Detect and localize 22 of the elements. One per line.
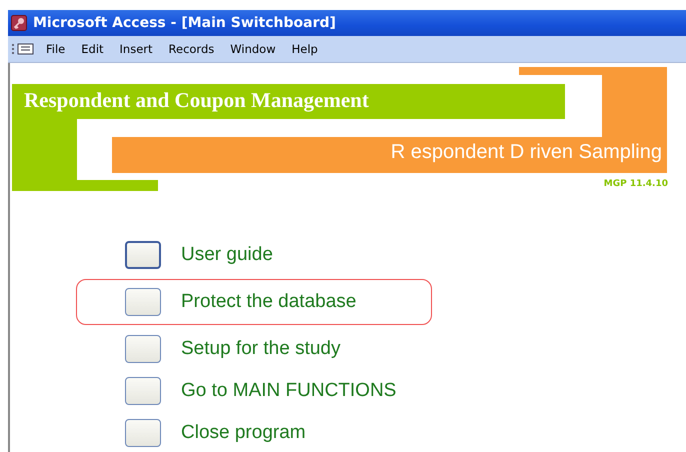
menu-item[interactable]: Help — [286, 40, 324, 58]
switchboard-button[interactable] — [125, 241, 161, 269]
window-title: Microsoft Access - [Main Switchboard] — [33, 15, 336, 31]
option-label: Setup for the study — [181, 338, 340, 360]
menu-item[interactable]: Window — [224, 40, 282, 58]
option-label: User guide — [181, 244, 273, 266]
form-icon[interactable] — [12, 43, 34, 55]
switchboard-button[interactable] — [125, 419, 161, 447]
switchboard-button[interactable] — [125, 288, 161, 316]
menu-item[interactable]: Edit — [75, 40, 110, 58]
option-label: Protect the database — [181, 291, 356, 313]
option-label: Close program — [181, 422, 306, 444]
banner-title: Respondent and Coupon Management — [24, 88, 369, 113]
menu-item[interactable]: Records — [162, 40, 220, 58]
option-label: Go to MAIN FUNCTIONS — [181, 380, 396, 402]
menu-item[interactable]: File — [40, 40, 72, 58]
key-icon — [11, 15, 27, 31]
switchboard-button[interactable] — [125, 335, 161, 363]
switchboard-button[interactable] — [125, 377, 161, 405]
version-label: MGP 11.4.10 — [604, 179, 668, 189]
banner-subtitle: R espondent D riven Sampling — [390, 141, 662, 164]
menu-item[interactable]: Insert — [114, 40, 159, 58]
